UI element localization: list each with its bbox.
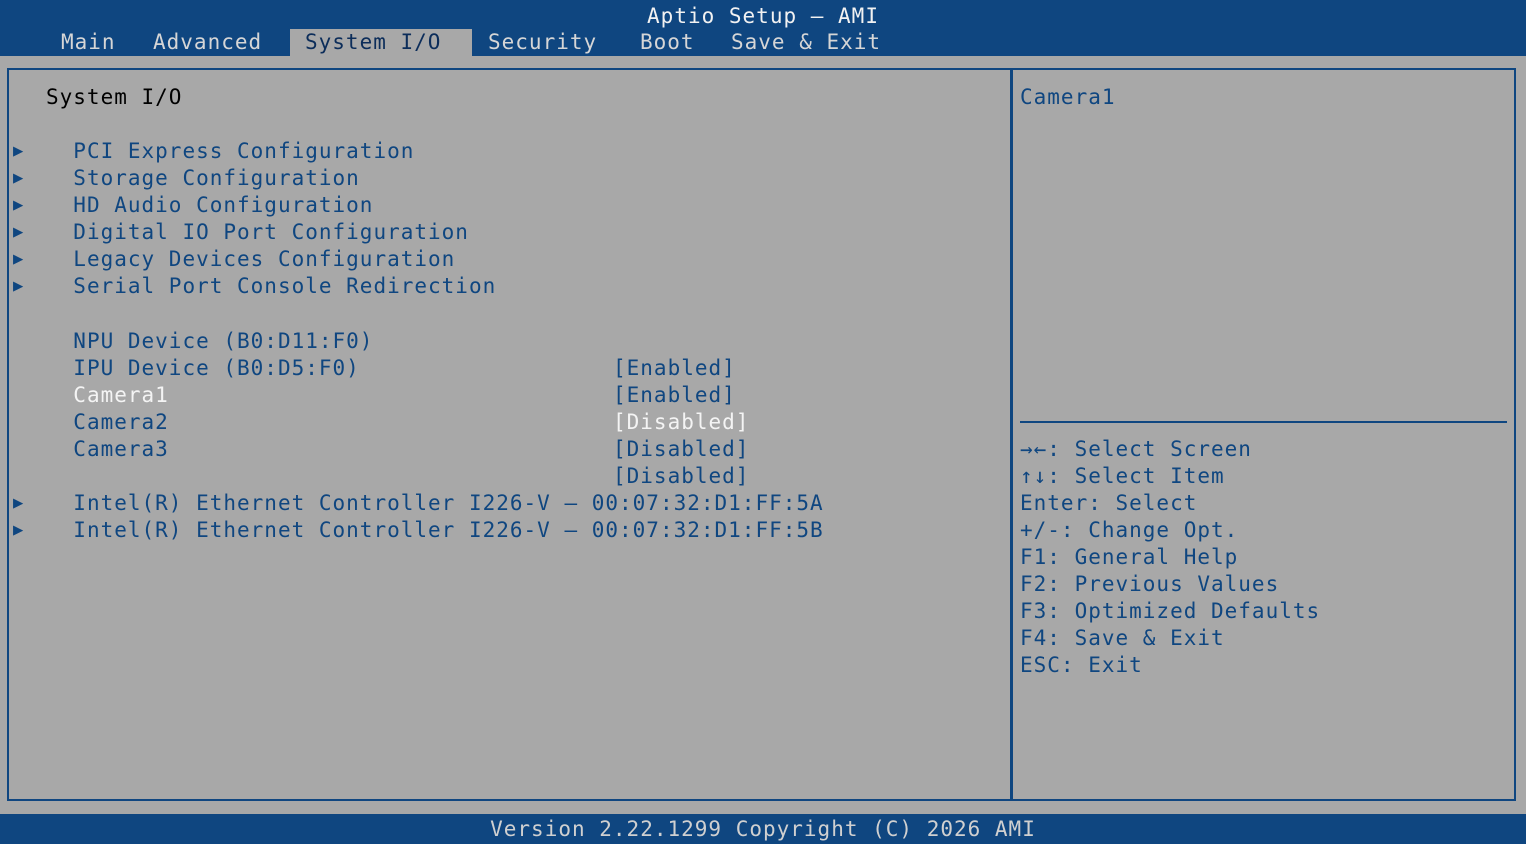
help-key-select-screen: →←: Select Screen (1020, 437, 1252, 461)
help-description: Camera1 (1020, 85, 1116, 109)
help-key-change-opt: +/-: Change Opt. (1020, 518, 1239, 542)
help-key-enter: Enter: Select (1020, 491, 1198, 515)
help-key-f1: F1: General Help (1020, 545, 1239, 569)
app-title: Aptio Setup – AMI (647, 4, 879, 28)
submenu-hd-audio[interactable]: ▶ HD Audio Configuration (13, 165, 373, 217)
ethernet-controller-2[interactable]: ▶ Intel(R) Ethernet Controller I226-V – 0… (13, 490, 824, 542)
help-key-esc: ESC: Exit (1020, 653, 1143, 677)
panel-divider (1010, 68, 1013, 801)
submenu-digital-io[interactable]: ▶ Digital IO Port Configuration (13, 192, 469, 244)
submenu-legacy-devices[interactable]: ▶ Legacy Devices Configuration (13, 219, 455, 271)
help-key-select-item: ↑↓: Select Item (1020, 464, 1225, 488)
page-heading: System I/O (46, 85, 183, 109)
tab-security[interactable]: Security (488, 29, 597, 56)
ethernet-label: Intel(R) Ethernet Controller I226-V – 00… (73, 518, 824, 542)
setting-value[interactable]: [Disabled] (613, 436, 749, 463)
tab-main[interactable]: Main (61, 29, 116, 56)
help-divider (1020, 421, 1507, 423)
footer-version: Version 2.22.1299 Copyright (C) 2026 AMI (0, 814, 1526, 844)
setting-camera1[interactable]: Camera1 [Disabled] (46, 355, 766, 434)
tab-advanced[interactable]: Advanced (153, 29, 262, 56)
setting-ipu-device[interactable]: IPU Device (B0:D5:F0) [Enabled] (46, 328, 766, 407)
tab-system-io[interactable]: System I/O (290, 29, 472, 56)
submenu-pci-express[interactable]: ▶ PCI Express Configuration (13, 111, 414, 163)
help-key-f3: F3: Optimized Defaults (1020, 599, 1321, 623)
submenu-label: Serial Port Console Redirection (73, 274, 497, 298)
tab-save-exit[interactable]: Save & Exit (731, 29, 881, 56)
tab-boot[interactable]: Boot (640, 29, 695, 56)
setting-camera3[interactable]: Camera3 [Disabled] (46, 409, 766, 488)
setting-camera2[interactable]: Camera2 [Disabled] (46, 382, 766, 461)
submenu-arrow-icon: ▶ (13, 249, 25, 269)
submenu-serial-console[interactable]: ▶ Serial Port Console Redirection (13, 246, 496, 298)
submenu-arrow-icon: ▶ (13, 195, 25, 215)
help-key-f4: F4: Save & Exit (1020, 626, 1225, 650)
ethernet-controller-1[interactable]: ▶ Intel(R) Ethernet Controller I226-V – 0… (13, 463, 824, 515)
submenu-arrow-icon: ▶ (13, 520, 25, 540)
submenu-arrow-icon: ▶ (13, 141, 25, 161)
submenu-arrow-icon: ▶ (13, 168, 25, 188)
header-bar: Aptio Setup – AMI Main Advanced System I… (0, 0, 1526, 56)
submenu-arrow-icon: ▶ (13, 493, 25, 513)
submenu-arrow-icon: ▶ (13, 222, 25, 242)
submenu-arrow-icon: ▶ (13, 276, 25, 296)
help-key-f2: F2: Previous Values (1020, 572, 1280, 596)
submenu-storage[interactable]: ▶ Storage Configuration (13, 138, 360, 190)
setting-npu-device[interactable]: NPU Device (B0:D11:F0) [Enabled] (46, 301, 766, 380)
setting-label: Camera3 (73, 437, 169, 461)
